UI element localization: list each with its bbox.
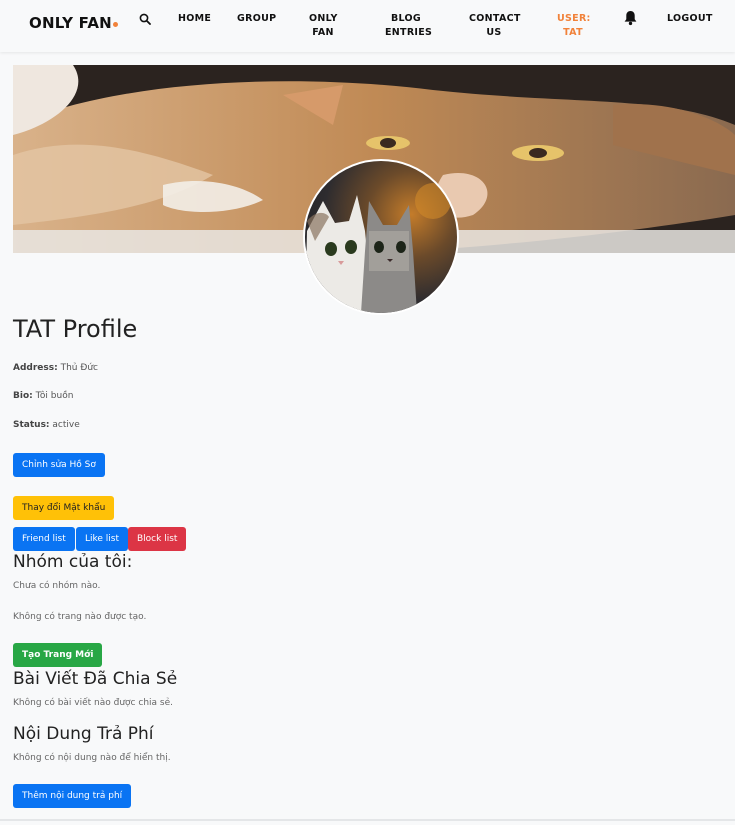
profile-title: TAT Profile: [13, 315, 138, 343]
bell-icon[interactable]: [623, 10, 638, 26]
paid-content-empty-text: Không có nội dung nào để hiển thị.: [13, 753, 171, 763]
nav-user-line1: USER:: [557, 13, 591, 24]
status-label: Status:: [13, 420, 50, 430]
nav-blog-entries[interactable]: BLOG ENTRIES: [385, 12, 433, 40]
shared-posts-title: Bài Viết Đã Chia Sẻ: [13, 669, 178, 689]
profile-page: TAT Profile Address: Thủ Đức Bio: Tôi bu…: [0, 52, 735, 825]
profile-avatar[interactable]: [303, 159, 459, 315]
profile-address: Address: Thủ Đức: [13, 363, 98, 373]
top-navbar: ONLY FAN HOME GROUP ONLY FAN BLOG ENTRIE…: [0, 0, 735, 52]
edit-profile-button[interactable]: Chỉnh sửa Hồ Sơ: [13, 453, 105, 477]
bio-value: Tôi buồn: [32, 391, 74, 401]
address-label: Address:: [13, 363, 58, 373]
nav-group[interactable]: GROUP: [237, 12, 276, 26]
block-list-button[interactable]: Block list: [128, 527, 187, 551]
bio-label: Bio:: [13, 391, 33, 401]
avatar-cats-image: [305, 183, 451, 313]
paid-content-title: Nội Dung Trả Phí: [13, 724, 154, 744]
nav-only-fan[interactable]: ONLY FAN: [309, 12, 337, 40]
change-password-button[interactable]: Thay đổi Mật khẩu: [13, 496, 115, 520]
groups-empty-text: Chưa có nhóm nào.: [13, 581, 101, 591]
brand-dot: [112, 22, 118, 27]
status-value: active: [49, 420, 80, 430]
nav-group-label: GROUP: [237, 13, 277, 24]
search-icon[interactable]: [139, 13, 151, 25]
profile-bio: Bio: Tôi buồn: [13, 391, 73, 401]
page-bottom-border: [0, 819, 735, 821]
nav-blog-line1: BLOG: [390, 13, 422, 24]
create-page-button[interactable]: Tạo Trang Mới: [13, 643, 103, 667]
nav-only-fan-line1: ONLY: [309, 13, 338, 24]
nav-only-fan-line2: FAN: [312, 27, 334, 38]
nav-home[interactable]: HOME: [178, 12, 211, 26]
nav-contact-line2: US: [486, 27, 502, 38]
nav-blog-line2: ENTRIES: [385, 27, 433, 38]
brand-logo[interactable]: ONLY FAN: [29, 14, 118, 32]
profile-status: Status: active: [13, 420, 80, 430]
nav-contact-line1: CONTACT: [469, 13, 521, 24]
address-value: Thủ Đức: [57, 363, 98, 373]
like-list-button[interactable]: Like list: [76, 527, 129, 551]
brand-text: ONLY FAN: [29, 14, 112, 32]
nav-logout[interactable]: LOGOUT: [667, 12, 713, 26]
friend-list-button[interactable]: Friend list: [13, 527, 75, 551]
nav-contact-us[interactable]: CONTACT US: [469, 12, 521, 40]
nav-home-label: HOME: [178, 13, 212, 24]
nav-logout-label: LOGOUT: [667, 13, 713, 24]
add-paid-content-button[interactable]: Thêm nội dung trả phí: [13, 784, 132, 808]
nav-user-line2: TAT: [563, 27, 583, 38]
pages-empty-text: Không có trang nào được tạo.: [13, 612, 147, 622]
nav-user[interactable]: USER: TAT: [557, 12, 591, 40]
my-groups-title: Nhóm của tôi:: [13, 552, 133, 572]
shared-posts-empty-text: Không có bài viết nào được chia sẻ.: [13, 698, 173, 708]
